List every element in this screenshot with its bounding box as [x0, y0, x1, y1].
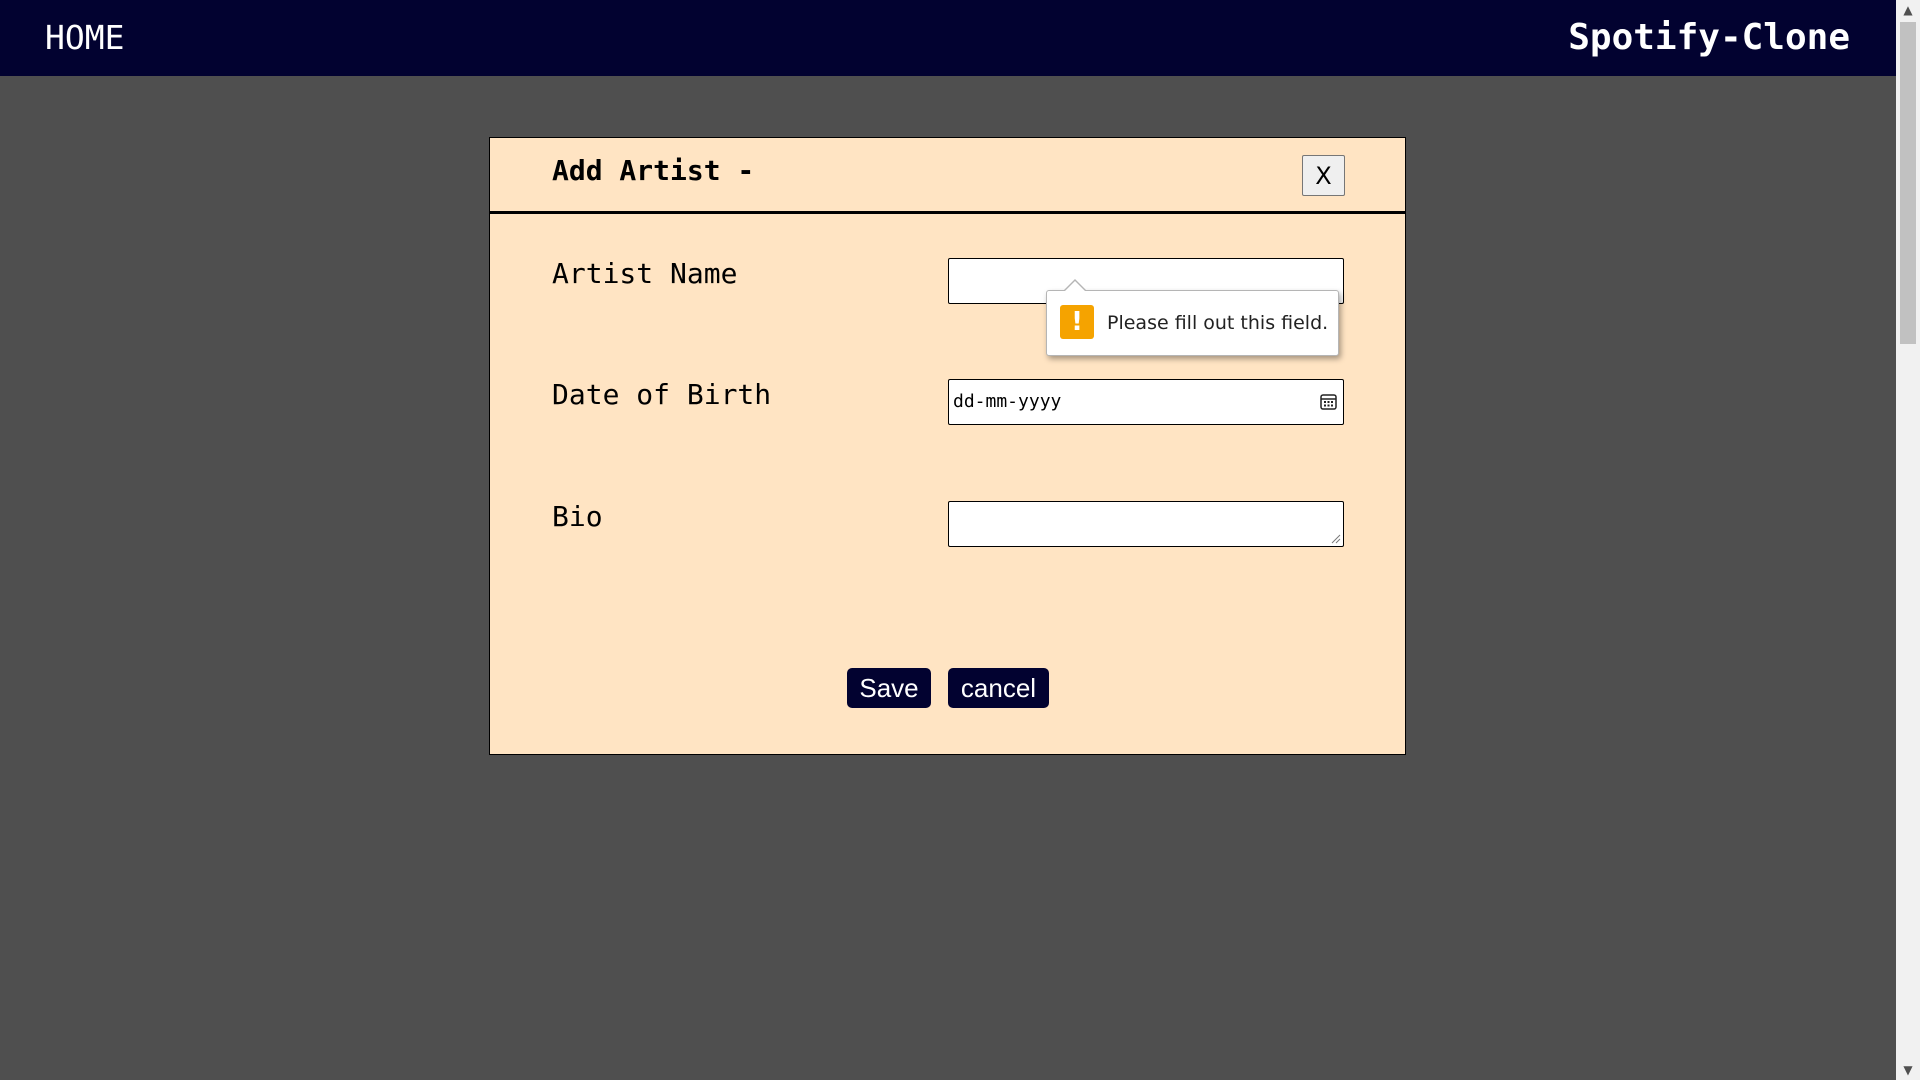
- date-placeholder: dd-mm-yyyy: [953, 391, 1062, 412]
- bio-label: Bio: [552, 500, 603, 533]
- validation-message: Please fill out this field.: [1107, 312, 1329, 334]
- artist-name-label: Artist Name: [552, 257, 738, 290]
- scroll-up-arrow-icon[interactable]: ▲: [1896, 0, 1920, 20]
- modal-header: Add Artist - X: [490, 138, 1405, 214]
- date-of-birth-input[interactable]: dd-mm-yyyy: [948, 379, 1344, 425]
- modal-title: Add Artist -: [552, 154, 755, 187]
- tooltip-arrow-fill: [1064, 281, 1086, 292]
- cancel-button[interactable]: cancel: [948, 668, 1049, 708]
- page-scrollbar[interactable]: ▲ ▼: [1896, 0, 1920, 1080]
- warning-icon: !: [1060, 305, 1094, 339]
- date-of-birth-label: Date of Birth: [552, 378, 772, 411]
- brand-title: Spotify-Clone: [1568, 17, 1850, 58]
- resize-grip-icon[interactable]: [1329, 532, 1341, 544]
- calendar-icon[interactable]: [1319, 392, 1338, 411]
- top-navbar: HOME Spotify-Clone: [0, 0, 1896, 76]
- close-button[interactable]: X: [1302, 155, 1345, 196]
- save-button[interactable]: Save: [847, 668, 931, 708]
- bio-textarea[interactable]: [948, 501, 1344, 547]
- validation-tooltip: ! Please fill out this field.: [1046, 279, 1339, 356]
- scroll-down-arrow-icon[interactable]: ▼: [1896, 1060, 1920, 1080]
- scroll-thumb[interactable]: [1900, 22, 1916, 344]
- add-artist-modal: Add Artist - X Artist Name Date of Birth…: [489, 137, 1406, 755]
- home-link[interactable]: HOME: [45, 18, 124, 57]
